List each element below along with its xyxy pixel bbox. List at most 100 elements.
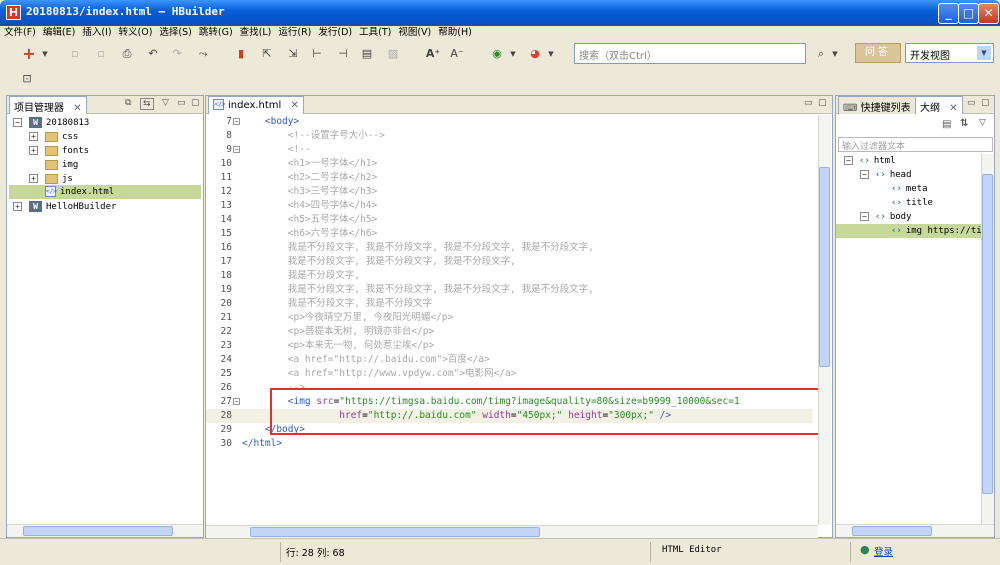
bookmark-icon[interactable]: ▮ [232, 45, 250, 63]
tree-item-hellohbuilder[interactable]: + W HelloHBuilder [13, 200, 116, 214]
collapse-icon[interactable]: − [844, 156, 853, 165]
tree-item-js[interactable]: + js [29, 172, 73, 186]
menu-edit[interactable]: 编辑(E) [39, 26, 78, 40]
search-dropdown-icon[interactable]: ▼ [826, 45, 844, 63]
code-line[interactable]: 22 <p>菩提本无树, 明镜亦非台</p> [206, 325, 813, 339]
code-line[interactable]: 18 我是不分段文字, [206, 269, 813, 283]
expand-icon[interactable]: + [29, 174, 38, 183]
code-line[interactable]: 19 我是不分段文字, 我是不分段文字, 我是不分段文字, 我是不分段文字, [206, 283, 813, 297]
fold-icon[interactable]: − [233, 118, 240, 125]
scroll-thumb[interactable] [23, 526, 173, 536]
menu-select[interactable]: 选择(S) [155, 26, 194, 40]
collapse-icon[interactable]: − [860, 212, 869, 221]
search-input[interactable]: 搜索（双击Ctrl） [574, 43, 806, 64]
code-line[interactable]: 30 </html> [206, 437, 813, 451]
vertical-scrollbar[interactable] [818, 115, 831, 525]
code-line[interactable]: 16 我是不分段文字, 我是不分段文字, 我是不分段文字, 我是不分段文字, [206, 241, 813, 255]
redo-icon[interactable]: ↷ [168, 45, 186, 63]
outline-item[interactable]: − ‹› body [836, 210, 981, 224]
code-line[interactable]: 12 <h3>三号字体</h3> [206, 185, 813, 199]
navigate-icon[interactable]: ⇲ [284, 45, 302, 63]
horizontal-scrollbar[interactable] [206, 525, 818, 538]
disabled-icon[interactable]: ▧ [384, 45, 402, 63]
menu-run[interactable]: 运行(R) [274, 26, 314, 40]
format-icon[interactable]: ⤳ [194, 45, 212, 63]
view-menu-icon[interactable]: ▽ [979, 118, 986, 128]
minimize-button[interactable]: _ [938, 3, 959, 24]
menu-tools[interactable]: 工具(T) [355, 26, 394, 40]
menu-goto[interactable]: 跳转(G) [195, 26, 236, 40]
close-icon[interactable]: ✕ [949, 103, 957, 114]
code-line[interactable]: 7− <body> [206, 115, 813, 129]
code-line[interactable]: 13 <h4>四号字体</h4> [206, 199, 813, 213]
undo-icon[interactable]: ↶ [144, 45, 162, 63]
code-line[interactable]: 21 <p>今夜晴空万里, 今夜阳光明媚</p> [206, 311, 813, 325]
outline-filter-input[interactable]: 输入过滤器文本 [838, 137, 993, 152]
code-line[interactable]: 25 <a href="http://www.vpdyw.com">电影网</a… [206, 367, 813, 381]
code-line[interactable]: 15 <h6>六号字体</h6> [206, 227, 813, 241]
next-icon[interactable]: ⊣ [334, 45, 352, 63]
horizontal-scrollbar[interactable] [7, 524, 203, 537]
code-line[interactable]: 14 <h5>五号字体</h5> [206, 213, 813, 227]
code-line[interactable]: 17 我是不分段文字, 我是不分段文字, 我是不分段文字, [206, 255, 813, 269]
fold-icon[interactable]: − [233, 398, 240, 405]
qa-button[interactable]: 问答 [855, 43, 901, 63]
minimize-panel-icon[interactable]: ▭ [967, 98, 976, 108]
font-decrease-icon[interactable]: A⁻ [448, 45, 466, 63]
menu-view[interactable]: 视图(V) [394, 26, 434, 40]
outline-item[interactable]: − ‹› head [836, 168, 981, 182]
menu-help[interactable]: 帮助(H) [434, 26, 475, 40]
login-link[interactable]: 登录 [874, 544, 893, 558]
code-line[interactable]: 23 <p>本来无一物, 何处惹尘埃</p> [206, 339, 813, 353]
browser-dropdown-icon[interactable]: ▼ [542, 45, 560, 63]
collapse-all-icon[interactable]: ⧉ [125, 98, 131, 108]
tab-index-html[interactable]: </> index.html ✕ [208, 96, 304, 114]
save-icon[interactable]: ▫ [66, 45, 84, 63]
maximize-panel-icon[interactable]: ▢ [191, 98, 200, 108]
close-icon[interactable]: ✕ [73, 103, 81, 114]
expand-icon[interactable]: + [13, 202, 22, 211]
console-icon[interactable]: ⊡ [18, 70, 36, 88]
expand-icon[interactable]: + [29, 146, 38, 155]
scroll-thumb[interactable] [819, 167, 830, 367]
code-line[interactable]: 9− <!-- [206, 143, 813, 157]
goto-icon[interactable]: ⇱ [258, 45, 276, 63]
tab-project-manager[interactable]: 项目管理器 ✕ [9, 96, 87, 114]
outline-item[interactable]: ‹› meta [836, 182, 981, 196]
menu-file[interactable]: 文件(F) [0, 26, 39, 40]
print-icon[interactable]: ⎙ [118, 45, 136, 63]
collapse-icon[interactable]: − [13, 118, 22, 127]
horizontal-scrollbar[interactable] [836, 524, 994, 537]
vertical-scrollbar[interactable] [981, 154, 994, 524]
maximize-panel-icon[interactable]: ▢ [818, 98, 827, 108]
maximize-button[interactable]: □ [958, 3, 979, 24]
scroll-thumb[interactable] [852, 526, 932, 536]
minimize-panel-icon[interactable]: ▭ [177, 98, 186, 108]
view-select[interactable]: 开发视图 ▼ [905, 43, 994, 63]
outline-item[interactable]: − ‹› html [836, 154, 981, 168]
code-line[interactable]: 20 我是不分段文字, 我是不分段文字 [206, 297, 813, 311]
tree-item-fonts[interactable]: + fonts [29, 144, 89, 158]
expand-icon[interactable]: + [29, 132, 38, 141]
save-all-icon[interactable]: ▫ [92, 45, 110, 63]
tab-outline[interactable]: 大纲 ✕ [915, 96, 963, 114]
code-line[interactable]: 11 <h2>二号字体</h2> [206, 171, 813, 185]
code-area[interactable]: 7− <body> 8 <!--设置字号大小--> 9− <!-- 10 <h1>一号… [206, 115, 818, 525]
menu-escape[interactable]: 转义(O) [115, 26, 156, 40]
outline-item[interactable]: ‹› title [836, 196, 981, 210]
outline-view-icon[interactable]: ▤ [942, 119, 951, 130]
terminal-icon[interactable]: ▤ [358, 45, 376, 63]
code-line[interactable]: 24 <a href="http://.baidu.com">百度</a> [206, 353, 813, 367]
sort-icon[interactable]: ⇅ [960, 118, 968, 129]
maximize-panel-icon[interactable]: ▢ [981, 98, 990, 108]
tab-shortcuts[interactable]: ⌨ 快捷键列表 [838, 96, 916, 114]
link-editor-icon[interactable]: ⇆ [140, 98, 154, 110]
close-button[interactable]: ✕ [978, 3, 999, 24]
code-line[interactable]: 8 <!--设置字号大小--> [206, 129, 813, 143]
fold-icon[interactable]: − [233, 146, 240, 153]
tree-item-css[interactable]: + css [29, 130, 78, 144]
scroll-thumb[interactable] [250, 527, 540, 537]
minimize-panel-icon[interactable]: ▭ [804, 98, 813, 108]
scroll-thumb[interactable] [982, 174, 993, 494]
run-dropdown-icon[interactable]: ▼ [504, 45, 522, 63]
